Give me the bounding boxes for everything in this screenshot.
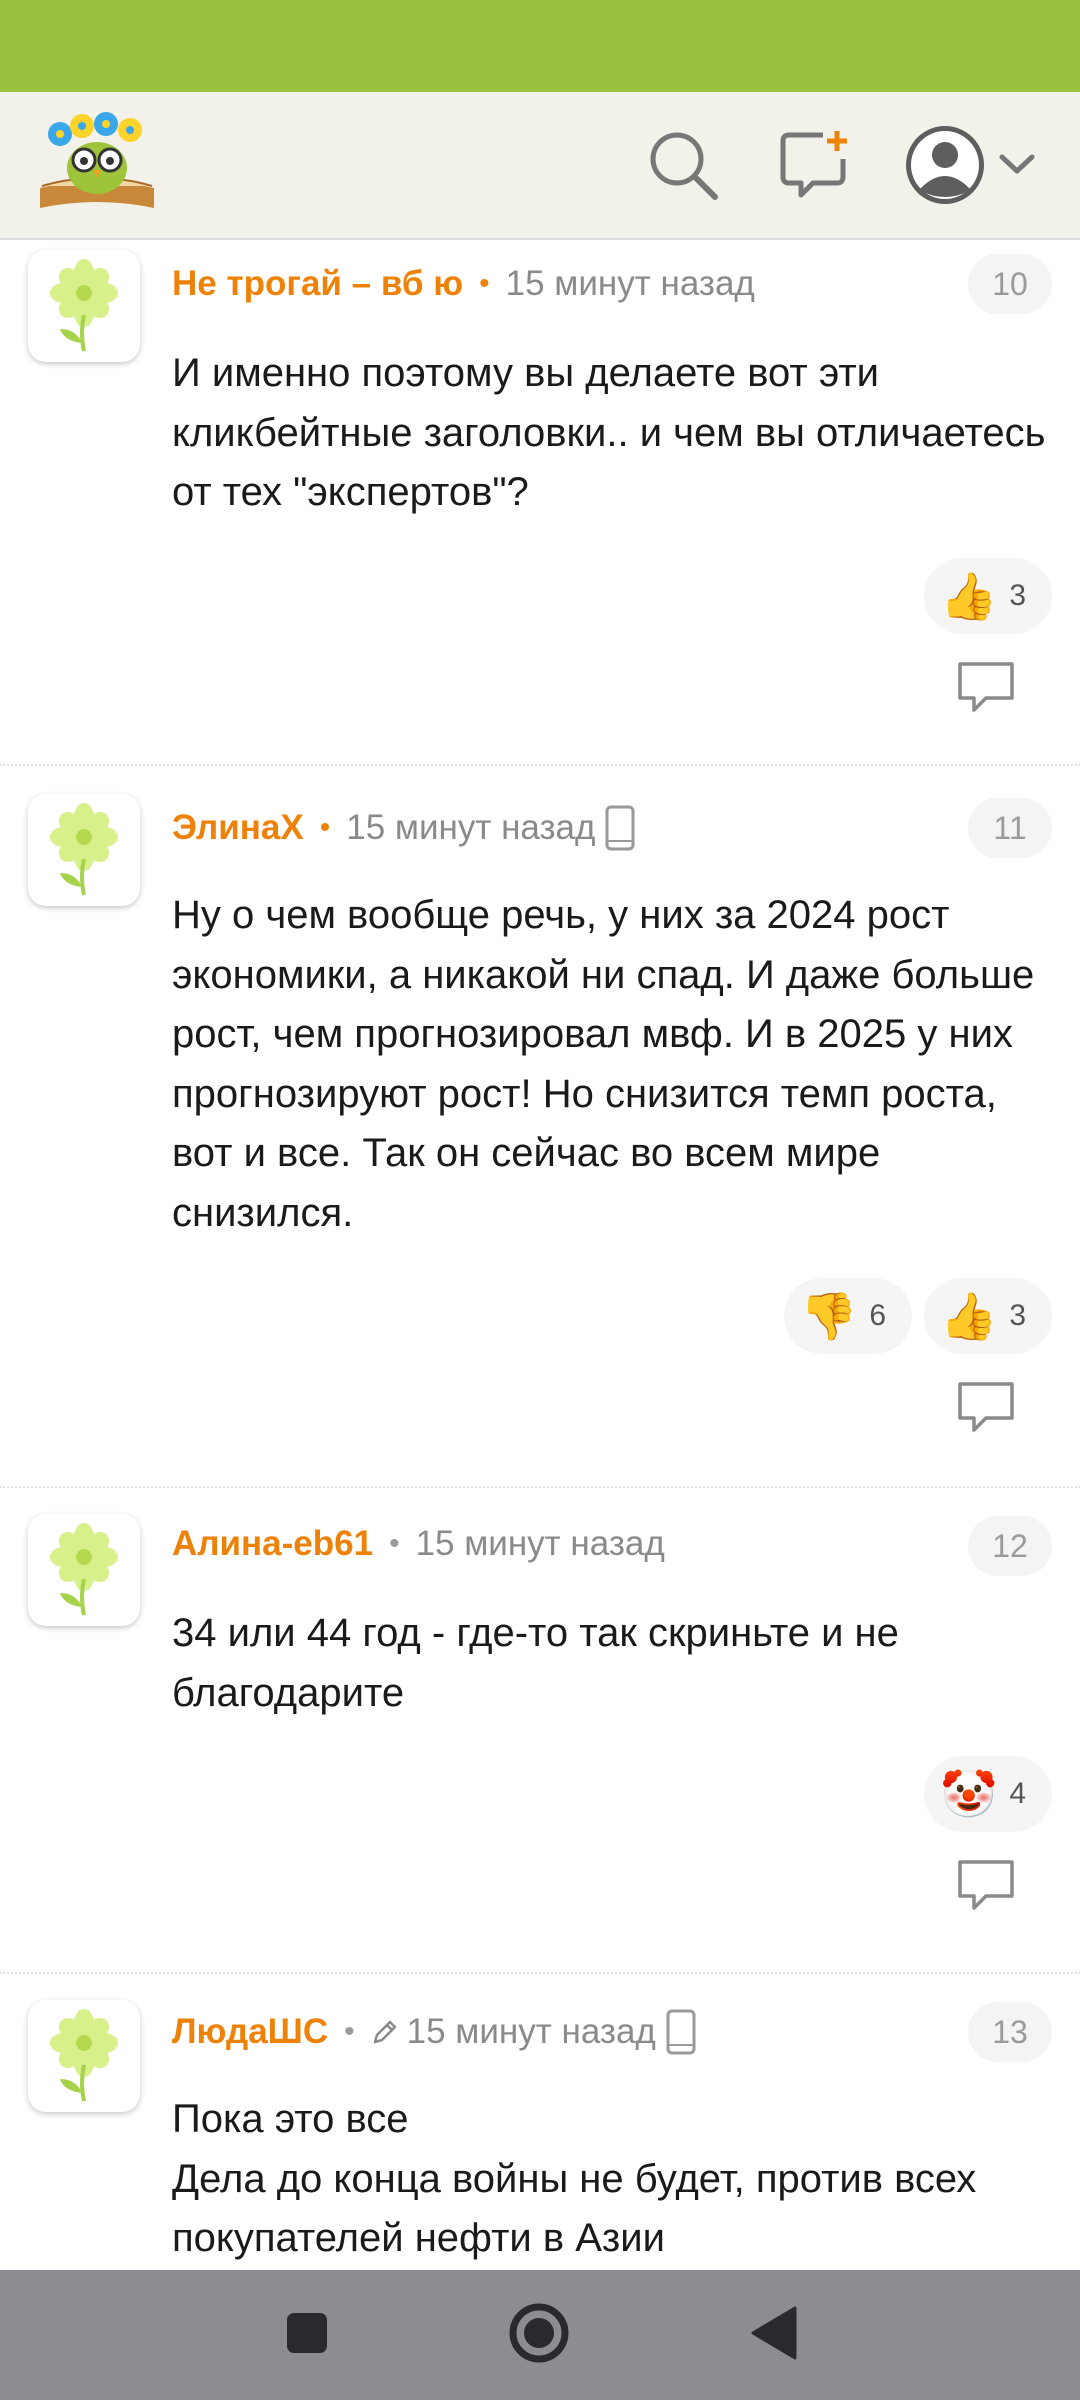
mobile-device-icon <box>605 805 635 851</box>
back-button[interactable] <box>738 2300 808 2370</box>
comment-item: Не трогай – вб ю • 15 минут назад 10 И и… <box>0 240 1080 766</box>
app-header <box>0 92 1080 240</box>
reaction-count: 4 <box>1009 1777 1026 1810</box>
comment-text: Ну о чем вообще речь, у них за 2024 рост… <box>172 893 1035 1235</box>
mobile-device-icon <box>666 2009 696 2055</box>
system-navigation-bar <box>0 2270 1080 2400</box>
separator-dot: • <box>344 2015 355 2048</box>
thumbs-down-icon: 👎 <box>800 1290 858 1342</box>
search-icon <box>647 129 719 206</box>
comment-number-badge: 12 <box>968 1516 1052 1576</box>
recents-button[interactable] <box>272 2300 342 2370</box>
reply-speech-icon <box>958 1860 1014 1910</box>
comment-item: ЭлинаХ • 15 минут назад 11 Ну о чем вооб… <box>0 766 1080 1488</box>
search-button[interactable] <box>638 122 728 212</box>
reaction-clown[interactable]: 🤡 4 <box>924 1756 1052 1832</box>
separator-dot: • <box>479 267 490 300</box>
reaction-thumbs-up[interactable]: 👍 3 <box>924 1278 1052 1354</box>
status-bar <box>0 0 1080 92</box>
comment-author[interactable]: ЭлинаХ <box>172 808 304 848</box>
comment-meta: ЭлинаХ • 15 минут назад <box>172 800 635 856</box>
comment-time: 15 минут назад <box>415 1524 665 1563</box>
comment-number-badge: 13 <box>968 2002 1052 2062</box>
commenter-avatar[interactable] <box>28 2000 140 2112</box>
thumbs-up-icon: 👍 <box>940 570 998 622</box>
reaction-count: 6 <box>869 1299 887 1332</box>
reply-button[interactable] <box>956 1380 1016 1434</box>
comment-feed[interactable]: Не трогай – вб ю • 15 минут назад 10 И и… <box>0 240 1080 2270</box>
comment-text: Пока это все Дела до конца войны не буде… <box>172 2097 977 2260</box>
new-message-plus-icon <box>779 129 851 206</box>
comment-time: 15 минут назад <box>505 264 755 303</box>
comment-time: 15 минут назад <box>406 2012 656 2051</box>
comment-text: 34 или 44 год - где-то так скриньте и не… <box>172 1611 899 1715</box>
separator-dot: • <box>319 811 331 844</box>
reply-button[interactable] <box>956 1858 1016 1912</box>
edited-pencil-icon <box>371 2018 399 2046</box>
reactions-bar: 👍 3 <box>924 558 1052 634</box>
commenter-avatar[interactable] <box>28 250 140 362</box>
comment-meta: Не трогай – вб ю • 15 минут назад <box>172 256 755 312</box>
reactions-bar: 🤡 4 <box>924 1756 1052 1832</box>
comment-author[interactable]: Не трогай – вб ю <box>172 264 463 304</box>
comment-meta: ЛюдаШС • 15 минут назад <box>172 2004 696 2060</box>
user-avatar-icon <box>904 124 986 211</box>
comment-number-badge: 10 <box>968 254 1052 314</box>
comment-author[interactable]: Алина-eb61 <box>172 1524 373 1564</box>
reply-speech-icon <box>958 1382 1014 1432</box>
site-logo[interactable] <box>34 108 160 212</box>
thumbs-up-icon: 👍 <box>940 1290 998 1342</box>
reaction-count: 3 <box>1009 579 1026 612</box>
flower-avatar-icon <box>50 803 118 896</box>
reaction-count: 3 <box>1009 1299 1026 1332</box>
circle-home-icon <box>507 2301 571 2370</box>
commenter-avatar[interactable] <box>28 1514 140 1626</box>
comment-number-badge: 11 <box>968 798 1052 858</box>
flower-avatar-icon <box>50 259 118 352</box>
flower-avatar-icon <box>50 2009 118 2102</box>
reply-button[interactable] <box>956 660 1016 714</box>
triangle-back-icon <box>749 2306 797 2365</box>
profile-menu-button[interactable] <box>900 122 1040 212</box>
reaction-thumbs-down[interactable]: 👎 6 <box>784 1278 913 1354</box>
reactions-bar: 👎 6 👍 3 <box>784 1278 1052 1354</box>
comment-time: 15 минут назад <box>346 808 596 847</box>
comment-item: ЛюдаШС • 15 минут назад 13 Пока это все … <box>0 1974 1080 2270</box>
comment-item: Алина-eb61 • 15 минут назад 12 34 или 44… <box>0 1488 1080 1974</box>
clown-face-icon: 🤡 <box>940 1768 998 1820</box>
separator-dot: • <box>389 1527 400 1560</box>
flower-avatar-icon <box>50 1523 118 1616</box>
new-post-button[interactable] <box>770 122 860 212</box>
square-recents-icon <box>285 2311 329 2360</box>
reaction-thumbs-up[interactable]: 👍 3 <box>924 558 1052 634</box>
chevron-down-icon <box>998 153 1036 182</box>
comment-author[interactable]: ЛюдаШС <box>172 2012 328 2052</box>
comment-meta: Алина-eb61 • 15 минут назад <box>172 1516 665 1572</box>
reply-speech-icon <box>958 662 1014 712</box>
commenter-avatar[interactable] <box>28 794 140 906</box>
home-button[interactable] <box>504 2300 574 2370</box>
comment-text: И именно поэтому вы делаете вот эти клик… <box>172 351 1046 514</box>
